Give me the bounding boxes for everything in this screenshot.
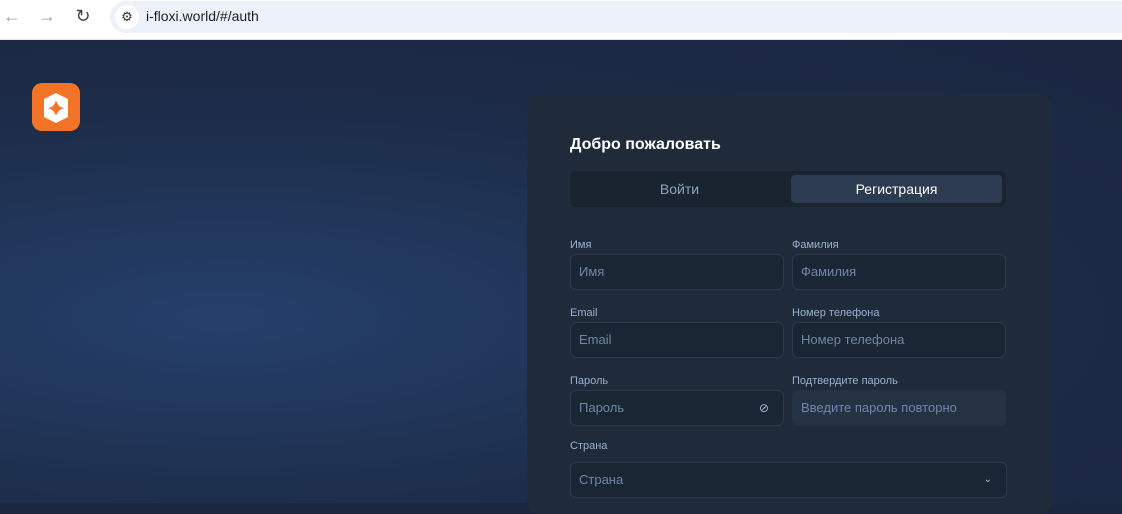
email-input[interactable]: Email — [570, 322, 784, 358]
reload-icon[interactable]: ↻ — [71, 6, 95, 27]
chevron-down-icon: ⌄ — [983, 474, 992, 485]
auth-card: Добро пожаловать Войти Регистрация Имя И… — [527, 94, 1052, 514]
tab-register[interactable]: Регистрация — [791, 175, 1002, 203]
country-placeholder: Страна — [579, 472, 624, 487]
last-name-input[interactable]: Фамилия — [792, 254, 1006, 290]
logo-icon — [44, 93, 68, 123]
logo[interactable] — [32, 83, 80, 131]
confirm-password-input[interactable]: Введите пароль повторно — [792, 390, 1006, 426]
phone-input[interactable]: Номер телефона — [792, 322, 1006, 358]
address-bar[interactable]: ⚙ i-floxi.world/#/auth — [110, 1, 1122, 33]
password-input[interactable]: Пароль ⊘ — [570, 390, 784, 426]
password-placeholder: Пароль — [579, 400, 625, 415]
confirm-password-label: Подтвердите пароль — [792, 375, 898, 387]
browser-toolbar: ← → ↻ ⚙ i-floxi.world/#/auth — [0, 0, 1122, 40]
page-title: Добро пожаловать — [570, 136, 721, 153]
url-text: i-floxi.world/#/auth — [146, 8, 259, 24]
site-settings-icon[interactable]: ⚙ — [115, 5, 139, 29]
tab-login[interactable]: Войти — [574, 175, 785, 203]
phone-label: Номер телефона — [792, 307, 880, 319]
country-select[interactable]: Страна ⌄ — [570, 462, 1007, 498]
email-label: Email — [570, 307, 598, 319]
country-label: Страна — [570, 440, 608, 452]
eye-off-icon[interactable]: ⊘ — [759, 391, 769, 425]
back-icon[interactable]: ← — [0, 6, 24, 27]
password-label: Пароль — [570, 375, 609, 387]
first-name-input[interactable]: Имя — [570, 254, 784, 290]
forward-icon[interactable]: → — [35, 6, 59, 27]
last-name-label: Фамилия — [792, 239, 839, 251]
first-name-label: Имя — [570, 239, 592, 251]
auth-tabs: Войти Регистрация — [570, 171, 1006, 207]
